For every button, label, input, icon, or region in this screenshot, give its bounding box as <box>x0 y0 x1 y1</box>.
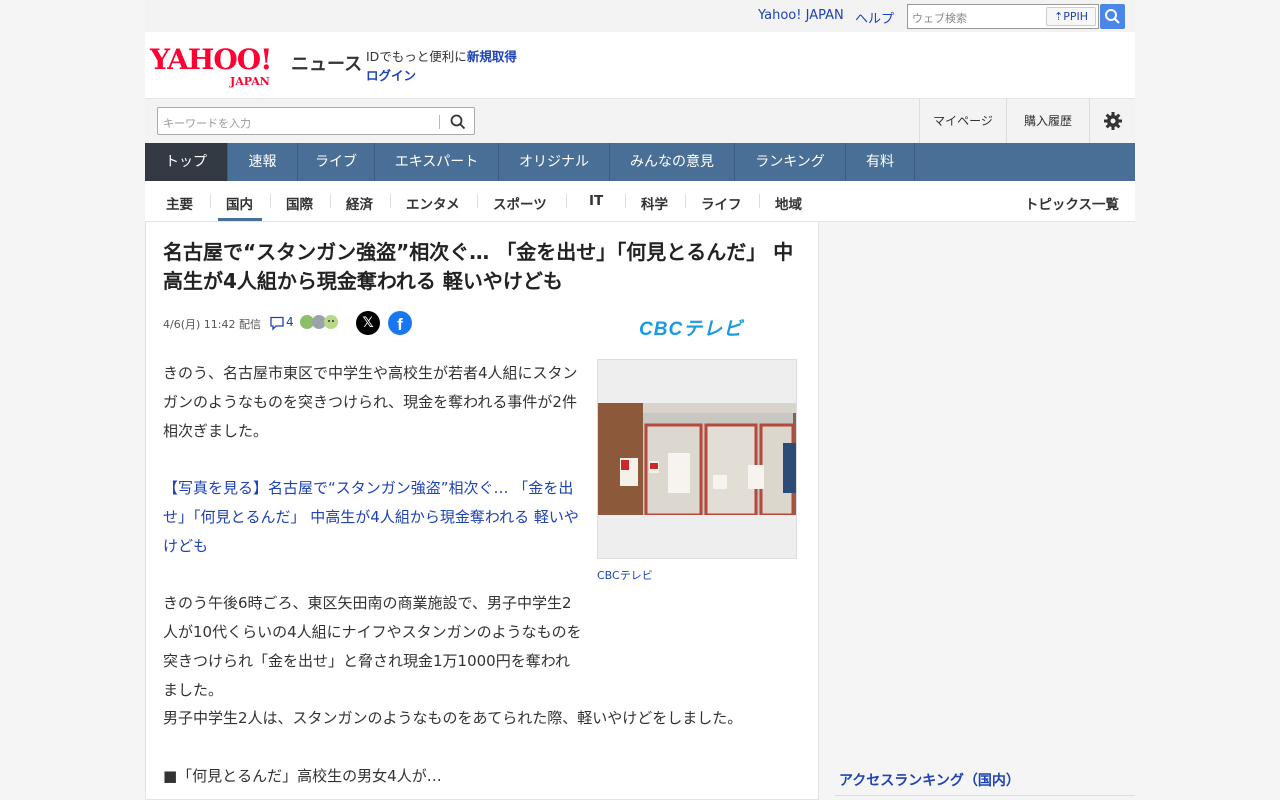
keyword-search-input[interactable]: キーワードを入力 <box>157 107 475 135</box>
topics-list-link[interactable]: トピックス一覧 <box>1025 193 1119 213</box>
login-link[interactable]: ログイン <box>366 68 416 83</box>
ppih-button[interactable]: ⇡PPIH <box>1046 7 1096 26</box>
mypage-label: マイページ <box>933 114 993 128</box>
search-divider <box>439 115 440 129</box>
article-paragraph: きのう午後6時ごろ、東区矢田南の商業施設で、男子中学生2人が10代くらいの4人組… <box>163 589 583 705</box>
yahoo-japan-link[interactable]: Yahoo! JAPAN <box>758 8 844 23</box>
nav-ranking[interactable]: ランキング <box>735 143 846 181</box>
nav-breaking[interactable]: 速報 <box>228 143 298 181</box>
search-row: キーワードを入力 マイページ 購入履歴 <box>145 98 1135 144</box>
category-divider <box>330 194 331 208</box>
gear-icon <box>1103 112 1122 130</box>
category-it[interactable]: IT <box>589 193 603 209</box>
category-nav: 主要 国内 国際 経済 エンタメ スポーツ IT 科学 ライフ 地域 トピックス… <box>145 181 1135 222</box>
commenter-avatars <box>299 314 345 330</box>
article-paragraph: 男子中学生2人は、スタンガンのようなものをあてられた際、軽いやけどをしました。 <box>163 709 743 727</box>
category-divider <box>477 194 478 208</box>
category-main[interactable]: 主要 <box>166 193 193 213</box>
comment-icon[interactable] <box>269 315 285 335</box>
mypage-link[interactable]: マイページ <box>919 99 1006 144</box>
category-divider <box>566 194 567 208</box>
search-icon <box>1105 9 1120 24</box>
nav-paid[interactable]: 有料 <box>846 143 915 181</box>
main-nav: トップ 速報 ライブ エキスパート オリジナル みんなの意見 ランキング 有料 <box>145 143 1135 181</box>
nav-live[interactable]: ライブ <box>298 143 375 181</box>
publish-date: 4/6(月) 11:42 配信 <box>163 318 261 331</box>
sidebar-divider <box>835 795 1135 796</box>
article: 名古屋で“スタンガン強盗”相次ぐ… 「金を出せ」「何見とるんだ」 中高生が4人組… <box>145 222 819 800</box>
purchase-history-link[interactable]: 購入履歴 <box>1006 99 1089 144</box>
active-category-indicator <box>218 218 262 221</box>
category-entertainment[interactable]: エンタメ <box>406 193 460 213</box>
ppih-label: PPIH <box>1063 10 1088 23</box>
category-divider <box>759 194 760 208</box>
web-search-button[interactable] <box>1100 4 1125 29</box>
article-photo[interactable] <box>597 359 797 559</box>
nav-original[interactable]: オリジナル <box>499 143 610 181</box>
category-economy[interactable]: 経済 <box>346 193 373 213</box>
help-link[interactable]: ヘルプ <box>855 8 894 27</box>
settings-button[interactable] <box>1089 99 1135 144</box>
category-world[interactable]: 国際 <box>286 193 313 213</box>
category-divider <box>270 194 271 208</box>
article-paragraph-text: きのう午後6時ごろ、東区矢田南の商業施設で、男子中学生2人が10代くらいの4人組… <box>163 594 582 699</box>
id-prompt: IDでもっと便利に <box>366 49 467 64</box>
category-life[interactable]: ライフ <box>701 193 742 213</box>
x-share-icon[interactable]: 𝕏 <box>356 311 380 335</box>
top-utility-bar: Yahoo! JAPAN ヘルプ ウェブ検索 ⇡PPIH <box>145 0 1135 32</box>
section-heading: ■「何見とるんだ」高校生の男女4人が… <box>163 767 442 785</box>
category-domestic[interactable]: 国内 <box>226 193 253 213</box>
logo-wordmark: YAHOO! <box>150 43 272 76</box>
category-science[interactable]: 科学 <box>641 193 668 213</box>
article-paragraph: きのう、名古屋市東区で中学生や高校生が若者4人組にスタンガンのようなものを突きつ… <box>163 364 578 440</box>
logo-japan: JAPAN <box>230 75 270 88</box>
nav-opinions[interactable]: みんなの意見 <box>610 143 735 181</box>
category-sports[interactable]: スポーツ <box>493 193 547 213</box>
photo-gallery-link[interactable]: 【写真を見る】名古屋で“スタンガン強盗”相次ぐ… 「金を出せ」「何見とるんだ」 … <box>163 474 583 561</box>
nav-expert[interactable]: エキスパート <box>375 143 499 181</box>
category-divider <box>625 194 626 208</box>
photo-caption[interactable]: CBCテレビ <box>597 567 653 583</box>
comment-count[interactable]: 4 <box>286 315 294 329</box>
category-divider <box>390 194 391 208</box>
web-search-input[interactable]: ウェブ検索 ⇡PPIH <box>907 4 1099 29</box>
category-divider <box>210 194 211 208</box>
article-headline: 名古屋で“スタンガン強盗”相次ぐ… 「金を出せ」「何見とるんだ」 中高生が4人組… <box>163 240 794 293</box>
id-area: IDでもっと便利に新規取得 ログイン <box>366 47 517 85</box>
storefront-image <box>598 403 796 515</box>
keyword-placeholder: キーワードを入力 <box>163 117 251 130</box>
access-ranking-title[interactable]: アクセスランキング（国内） <box>839 770 1020 790</box>
search-icon <box>450 114 466 130</box>
web-search-placeholder: ウェブ検索 <box>912 12 967 25</box>
source-logo[interactable]: CBCテレビ <box>639 314 743 341</box>
signup-link[interactable]: 新規取得 <box>467 49 517 64</box>
category-divider <box>685 194 686 208</box>
facebook-share-icon[interactable]: f <box>388 311 412 335</box>
news-label[interactable]: ニュース <box>291 50 362 76</box>
category-local[interactable]: 地域 <box>775 193 802 213</box>
yahoo-logo[interactable]: YAHOO! JAPAN <box>150 43 286 89</box>
keyword-search-button[interactable] <box>448 112 468 132</box>
purchase-history-label: 購入履歴 <box>1023 114 1072 128</box>
nav-top[interactable]: トップ <box>145 143 228 181</box>
site-header: YAHOO! JAPAN ニュース IDでもっと便利に新規取得 ログイン <box>145 32 1135 98</box>
